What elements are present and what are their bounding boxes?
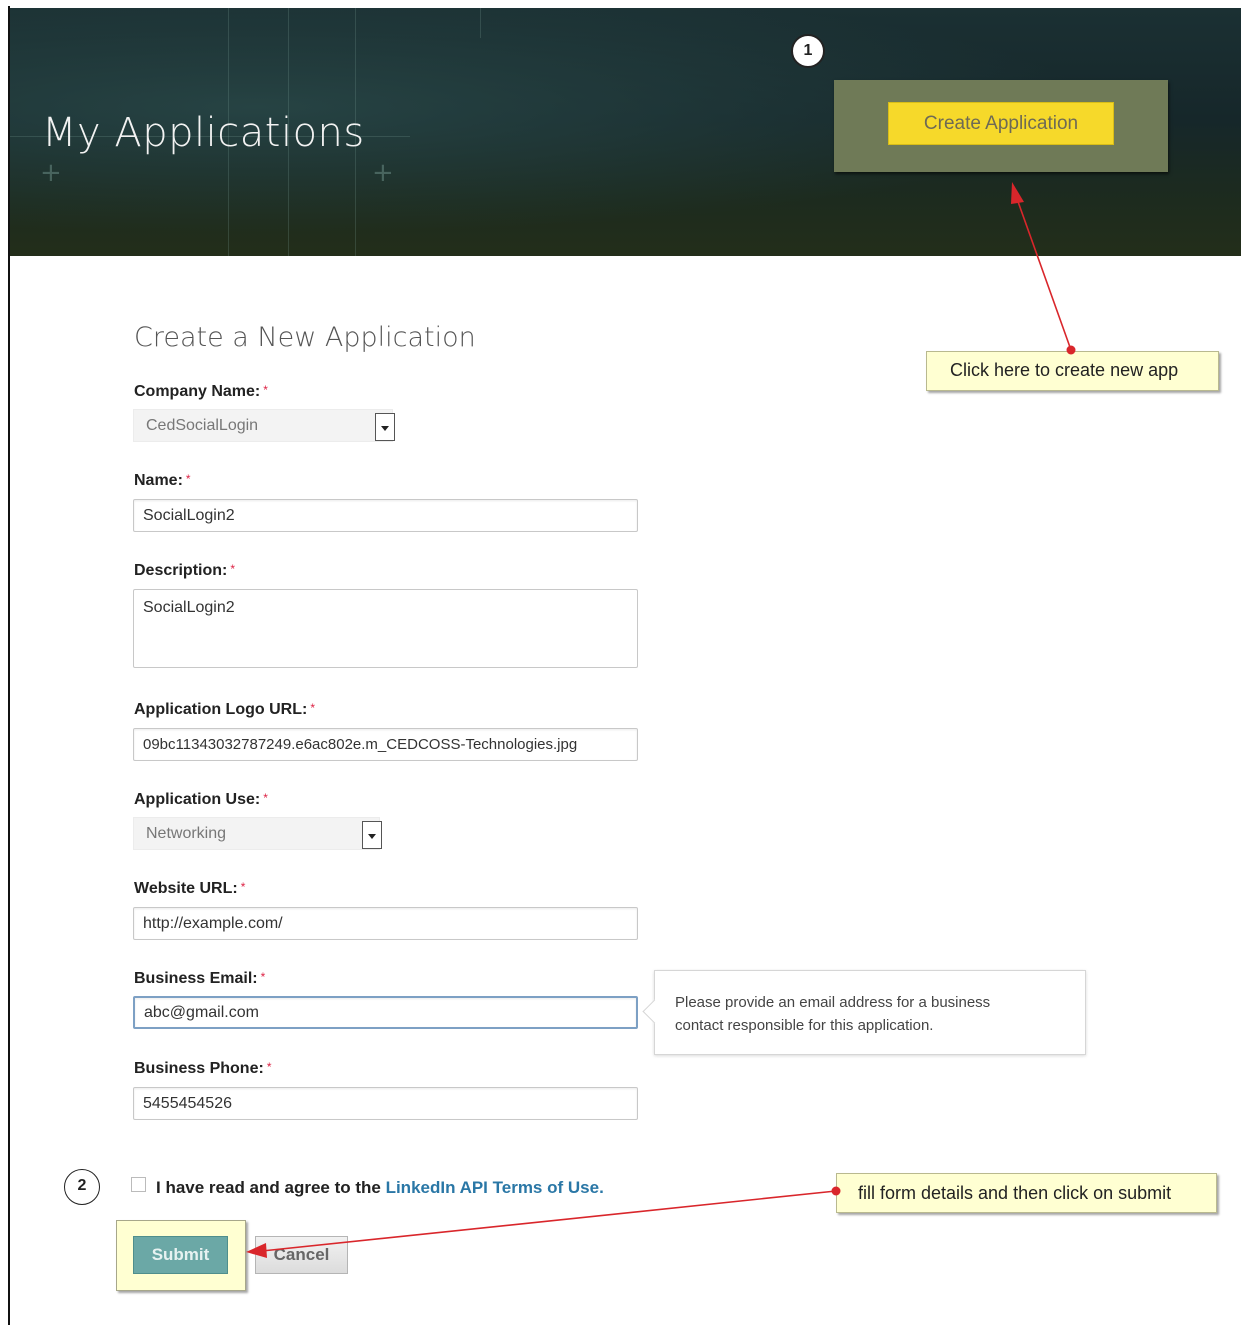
application-use-select[interactable]: Networking: [133, 817, 382, 850]
name-field[interactable]: [133, 499, 638, 532]
submit-hint-callout: fill form details and then click on subm…: [836, 1173, 1217, 1213]
company-name-value: CedSocialLogin: [146, 417, 259, 434]
company-name-label: Company Name: *: [134, 383, 268, 400]
step-2-badge: 2: [64, 1169, 100, 1205]
terms-checkbox[interactable]: [131, 1177, 146, 1192]
required-marker: *: [240, 880, 246, 894]
description-field[interactable]: SocialLogin2: [133, 589, 638, 668]
step-1-badge: 1: [791, 34, 825, 68]
plus-decoration-icon: +: [40, 158, 62, 188]
plus-decoration-icon: +: [372, 158, 394, 188]
required-marker: *: [260, 970, 266, 984]
form-title: Create a New Application: [134, 322, 476, 353]
dropdown-arrow-icon[interactable]: [362, 821, 382, 849]
terms-link[interactable]: LinkedIn API Terms of Use.: [386, 1178, 604, 1197]
name-label: Name: *: [134, 472, 191, 489]
logo-url-field[interactable]: [133, 728, 638, 761]
tooltip-line-1: Please provide an email address for a bu…: [675, 994, 991, 1011]
required-marker: *: [230, 562, 236, 576]
email-help-tooltip: Please provide an email address for a bu…: [642, 970, 1086, 1055]
application-use-value: Networking: [146, 825, 227, 842]
required-marker: *: [263, 383, 268, 397]
application-use-label: Application Use: *: [134, 791, 268, 808]
dropdown-arrow-icon[interactable]: [375, 413, 395, 441]
terms-text: I have read and agree to the LinkedIn AP…: [156, 1178, 604, 1197]
logo-url-label: Application Logo URL: *: [134, 701, 315, 718]
submit-hint-text: fill form details and then click on subm…: [858, 1183, 1172, 1203]
required-marker: *: [185, 472, 191, 486]
required-marker: *: [263, 791, 268, 805]
header-decoration: [480, 8, 481, 38]
create-application-button[interactable]: Create Application: [888, 102, 1114, 145]
create-hint-text: Click here to create new app: [950, 360, 1179, 380]
website-url-label: Website URL: *: [134, 880, 246, 897]
required-marker: *: [266, 1060, 272, 1074]
submit-button[interactable]: Submit: [133, 1236, 228, 1274]
company-name-select[interactable]: CedSocialLogin: [133, 409, 395, 442]
description-label: Description: *: [134, 562, 236, 579]
business-phone-field[interactable]: [133, 1087, 638, 1120]
cancel-button[interactable]: Cancel: [255, 1236, 348, 1274]
required-marker: *: [310, 701, 315, 715]
business-email-field[interactable]: [133, 996, 638, 1029]
page-title: My Applications: [42, 110, 365, 156]
create-hint-callout: Click here to create new app: [926, 351, 1219, 391]
tooltip-line-2: contact responsible for this application…: [675, 1017, 934, 1034]
business-phone-label: Business Phone: *: [134, 1060, 272, 1077]
website-url-field[interactable]: [133, 907, 638, 940]
business-email-label: Business Email: *: [134, 970, 266, 987]
